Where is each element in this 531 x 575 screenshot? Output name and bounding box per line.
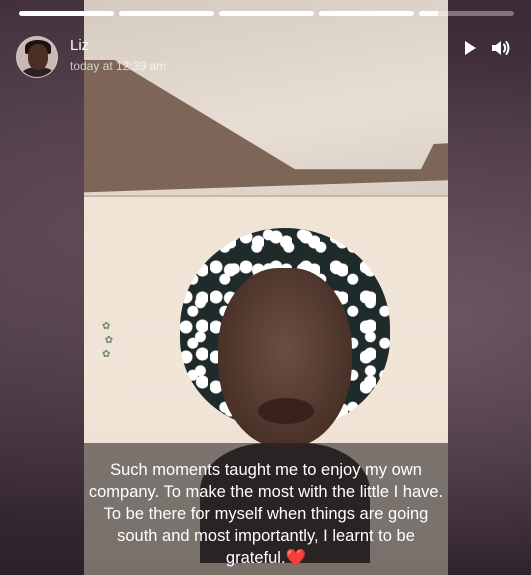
person-face <box>218 268 352 448</box>
story-progress <box>19 11 514 16</box>
avatar-face <box>28 44 48 70</box>
play-icon <box>465 41 476 55</box>
timestamp: today at 12:39 am <box>70 59 167 73</box>
avatar[interactable] <box>16 36 58 78</box>
progress-segment <box>319 11 414 16</box>
progress-fill <box>419 11 438 16</box>
wall-stickers: ✿ ✿ ✿ <box>102 321 114 360</box>
progress-fill <box>19 11 114 16</box>
progress-segment <box>419 11 514 16</box>
progress-fill <box>319 11 414 16</box>
progress-segment <box>19 11 114 16</box>
progress-fill <box>219 11 314 16</box>
volume-button[interactable] <box>490 38 512 58</box>
heart-emoji: ❤️ <box>285 549 307 567</box>
play-button[interactable] <box>461 39 479 57</box>
wall-edge <box>84 195 448 197</box>
progress-segment <box>219 11 314 16</box>
volume-icon <box>492 41 510 55</box>
person-mouth <box>258 398 314 424</box>
progress-fill <box>119 11 214 16</box>
caption-text: Such moments taught me to enjoy my own c… <box>88 461 444 567</box>
story-caption: Such moments taught me to enjoy my own c… <box>88 459 444 569</box>
progress-segment <box>119 11 214 16</box>
user-name[interactable]: Liz <box>70 37 89 54</box>
